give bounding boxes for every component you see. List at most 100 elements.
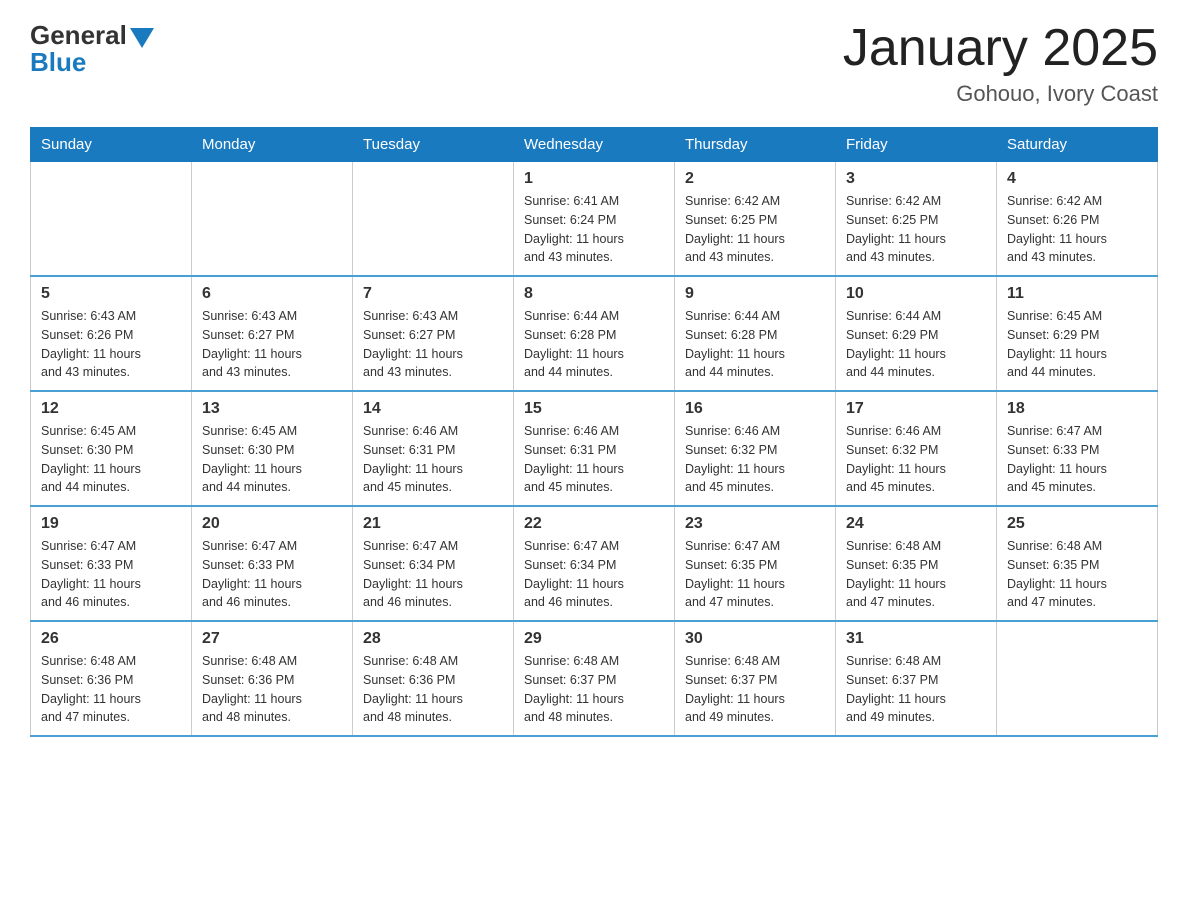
calendar-cell: 12Sunrise: 6:45 AM Sunset: 6:30 PM Dayli… (31, 391, 192, 506)
day-info: Sunrise: 6:47 AM Sunset: 6:33 PM Dayligh… (1007, 422, 1147, 497)
day-info: Sunrise: 6:46 AM Sunset: 6:31 PM Dayligh… (524, 422, 664, 497)
calendar-week-row: 12Sunrise: 6:45 AM Sunset: 6:30 PM Dayli… (31, 391, 1158, 506)
day-number: 27 (202, 630, 342, 648)
calendar-cell: 23 Sunrise: 6:47 AM Sunset: 6:35 PM Dayli… (675, 506, 836, 621)
calendar-cell: 24 Sunrise: 6:48 AM Sunset: 6:35 PM Dayli… (836, 506, 997, 621)
day-number: 18 (1007, 400, 1147, 418)
calendar-cell: 31Sunrise: 6:48 AM Sunset: 6:37 PM Dayli… (836, 621, 997, 736)
calendar-cell: 25 Sunrise: 6:48 AM Sunset: 6:35 PM Dayli… (997, 506, 1158, 621)
day-info: Sunrise: 6:43 AM Sunset: 6:26 PM Dayligh… (41, 307, 181, 382)
calendar-cell (353, 162, 514, 277)
calendar-cell: 20Sunrise: 6:47 AM Sunset: 6:33 PM Dayli… (192, 506, 353, 621)
day-info: Sunrise: 6:46 AM Sunset: 6:32 PM Dayligh… (846, 422, 986, 497)
day-number: 28 (363, 630, 503, 648)
calendar-cell (997, 621, 1158, 736)
calendar-cell: 18 Sunrise: 6:47 AM Sunset: 6:33 PM Dayli… (997, 391, 1158, 506)
day-number: 24 (846, 515, 986, 533)
day-number: 11 (1007, 285, 1147, 303)
day-info: Sunrise: 6:47 AM Sunset: 6:35 PM Dayligh… (685, 537, 825, 612)
day-info: Sunrise: 6:48 AM Sunset: 6:37 PM Dayligh… (524, 652, 664, 727)
day-info: Sunrise: 6:48 AM Sunset: 6:35 PM Dayligh… (1007, 537, 1147, 612)
day-info: Sunrise: 6:42 AM Sunset: 6:25 PM Dayligh… (846, 192, 986, 267)
day-info: Sunrise: 6:45 AM Sunset: 6:29 PM Dayligh… (1007, 307, 1147, 382)
page-header: General Blue January 2025 Gohouo, Ivory … (30, 20, 1158, 107)
day-number: 13 (202, 400, 342, 418)
calendar-cell: 28Sunrise: 6:48 AM Sunset: 6:36 PM Dayli… (353, 621, 514, 736)
day-info: Sunrise: 6:43 AM Sunset: 6:27 PM Dayligh… (363, 307, 503, 382)
calendar-cell: 19Sunrise: 6:47 AM Sunset: 6:33 PM Dayli… (31, 506, 192, 621)
calendar-cell: 4 Sunrise: 6:42 AM Sunset: 6:26 PM Daylig… (997, 162, 1158, 277)
day-of-week-header: Monday (192, 128, 353, 162)
calendar-header-row: SundayMondayTuesdayWednesdayThursdayFrid… (31, 128, 1158, 162)
calendar-cell: 2Sunrise: 6:42 AM Sunset: 6:25 PM Daylig… (675, 162, 836, 277)
day-of-week-header: Thursday (675, 128, 836, 162)
calendar-cell: 3 Sunrise: 6:42 AM Sunset: 6:25 PM Daylig… (836, 162, 997, 277)
day-number: 8 (524, 285, 664, 303)
day-number: 26 (41, 630, 181, 648)
day-info: Sunrise: 6:48 AM Sunset: 6:35 PM Dayligh… (846, 537, 986, 612)
calendar-cell: 17 Sunrise: 6:46 AM Sunset: 6:32 PM Dayli… (836, 391, 997, 506)
day-info: Sunrise: 6:48 AM Sunset: 6:36 PM Dayligh… (202, 652, 342, 727)
calendar-cell: 15 Sunrise: 6:46 AM Sunset: 6:31 PM Dayli… (514, 391, 675, 506)
calendar-cell: 21 Sunrise: 6:47 AM Sunset: 6:34 PM Dayli… (353, 506, 514, 621)
day-number: 14 (363, 400, 503, 418)
calendar-week-row: 19 Sunrise: 6:47 AM Sunset: 6:33 PM Dayli… (31, 506, 1158, 621)
day-number: 1 (524, 170, 664, 188)
day-info: Sunrise: 6:48 AM Sunset: 6:37 PM Dayligh… (685, 652, 825, 727)
day-number: 29 (524, 630, 664, 648)
day-number: 17 (846, 400, 986, 418)
calendar-cell: 29 Sunrise: 6:48 AM Sunset: 6:37 PM Dayli… (514, 621, 675, 736)
day-info: Sunrise: 6:42 AM Sunset: 6:26 PM Dayligh… (1007, 192, 1147, 267)
month-title: January 2025 (843, 20, 1158, 77)
calendar-cell: 30 Sunrise: 6:48 AM Sunset: 6:37 PM Dayli… (675, 621, 836, 736)
day-number: 5 (41, 285, 181, 303)
calendar-cell: 27 Sunrise: 6:48 AM Sunset: 6:36 PM Dayli… (192, 621, 353, 736)
calendar-cell: 10Sunrise: 6:44 AM Sunset: 6:29 PM Dayli… (836, 276, 997, 391)
logo-blue-text: Blue (30, 47, 86, 78)
day-info: Sunrise: 6:46 AM Sunset: 6:32 PM Dayligh… (685, 422, 825, 497)
day-number: 21 (363, 515, 503, 533)
day-of-week-header: Wednesday (514, 128, 675, 162)
day-number: 23 (685, 515, 825, 533)
day-info: Sunrise: 6:41 AM Sunset: 6:24 PM Dayligh… (524, 192, 664, 267)
day-number: 30 (685, 630, 825, 648)
day-number: 19 (41, 515, 181, 533)
day-number: 10 (846, 285, 986, 303)
day-info: Sunrise: 6:44 AM Sunset: 6:28 PM Dayligh… (524, 307, 664, 382)
day-info: Sunrise: 6:47 AM Sunset: 6:34 PM Dayligh… (524, 537, 664, 612)
location-text: Gohouo, Ivory Coast (843, 81, 1158, 107)
logo-triangle-icon (130, 28, 154, 48)
calendar-cell: 7Sunrise: 6:43 AM Sunset: 6:27 PM Daylig… (353, 276, 514, 391)
day-info: Sunrise: 6:45 AM Sunset: 6:30 PM Dayligh… (41, 422, 181, 497)
day-info: Sunrise: 6:47 AM Sunset: 6:33 PM Dayligh… (202, 537, 342, 612)
calendar-cell: 5 Sunrise: 6:43 AM Sunset: 6:26 PM Daylig… (31, 276, 192, 391)
calendar-cell (192, 162, 353, 277)
day-info: Sunrise: 6:46 AM Sunset: 6:31 PM Dayligh… (363, 422, 503, 497)
day-number: 6 (202, 285, 342, 303)
day-number: 25 (1007, 515, 1147, 533)
calendar-week-row: 5 Sunrise: 6:43 AM Sunset: 6:26 PM Daylig… (31, 276, 1158, 391)
calendar-cell: 6 Sunrise: 6:43 AM Sunset: 6:27 PM Daylig… (192, 276, 353, 391)
day-info: Sunrise: 6:45 AM Sunset: 6:30 PM Dayligh… (202, 422, 342, 497)
calendar-cell: 11 Sunrise: 6:45 AM Sunset: 6:29 PM Dayli… (997, 276, 1158, 391)
calendar-week-row: 1 Sunrise: 6:41 AM Sunset: 6:24 PM Daylig… (31, 162, 1158, 277)
day-of-week-header: Sunday (31, 128, 192, 162)
calendar-cell: 8 Sunrise: 6:44 AM Sunset: 6:28 PM Daylig… (514, 276, 675, 391)
calendar-cell: 16 Sunrise: 6:46 AM Sunset: 6:32 PM Dayli… (675, 391, 836, 506)
day-info: Sunrise: 6:47 AM Sunset: 6:34 PM Dayligh… (363, 537, 503, 612)
day-number: 2 (685, 170, 825, 188)
day-number: 22 (524, 515, 664, 533)
day-info: Sunrise: 6:44 AM Sunset: 6:28 PM Dayligh… (685, 307, 825, 382)
calendar-cell (31, 162, 192, 277)
day-number: 31 (846, 630, 986, 648)
day-number: 3 (846, 170, 986, 188)
calendar-table: SundayMondayTuesdayWednesdayThursdayFrid… (30, 127, 1158, 737)
day-info: Sunrise: 6:48 AM Sunset: 6:36 PM Dayligh… (41, 652, 181, 727)
calendar-cell: 1 Sunrise: 6:41 AM Sunset: 6:24 PM Daylig… (514, 162, 675, 277)
day-number: 16 (685, 400, 825, 418)
day-number: 15 (524, 400, 664, 418)
calendar-cell: 13 Sunrise: 6:45 AM Sunset: 6:30 PM Dayli… (192, 391, 353, 506)
day-info: Sunrise: 6:43 AM Sunset: 6:27 PM Dayligh… (202, 307, 342, 382)
day-number: 9 (685, 285, 825, 303)
day-number: 4 (1007, 170, 1147, 188)
